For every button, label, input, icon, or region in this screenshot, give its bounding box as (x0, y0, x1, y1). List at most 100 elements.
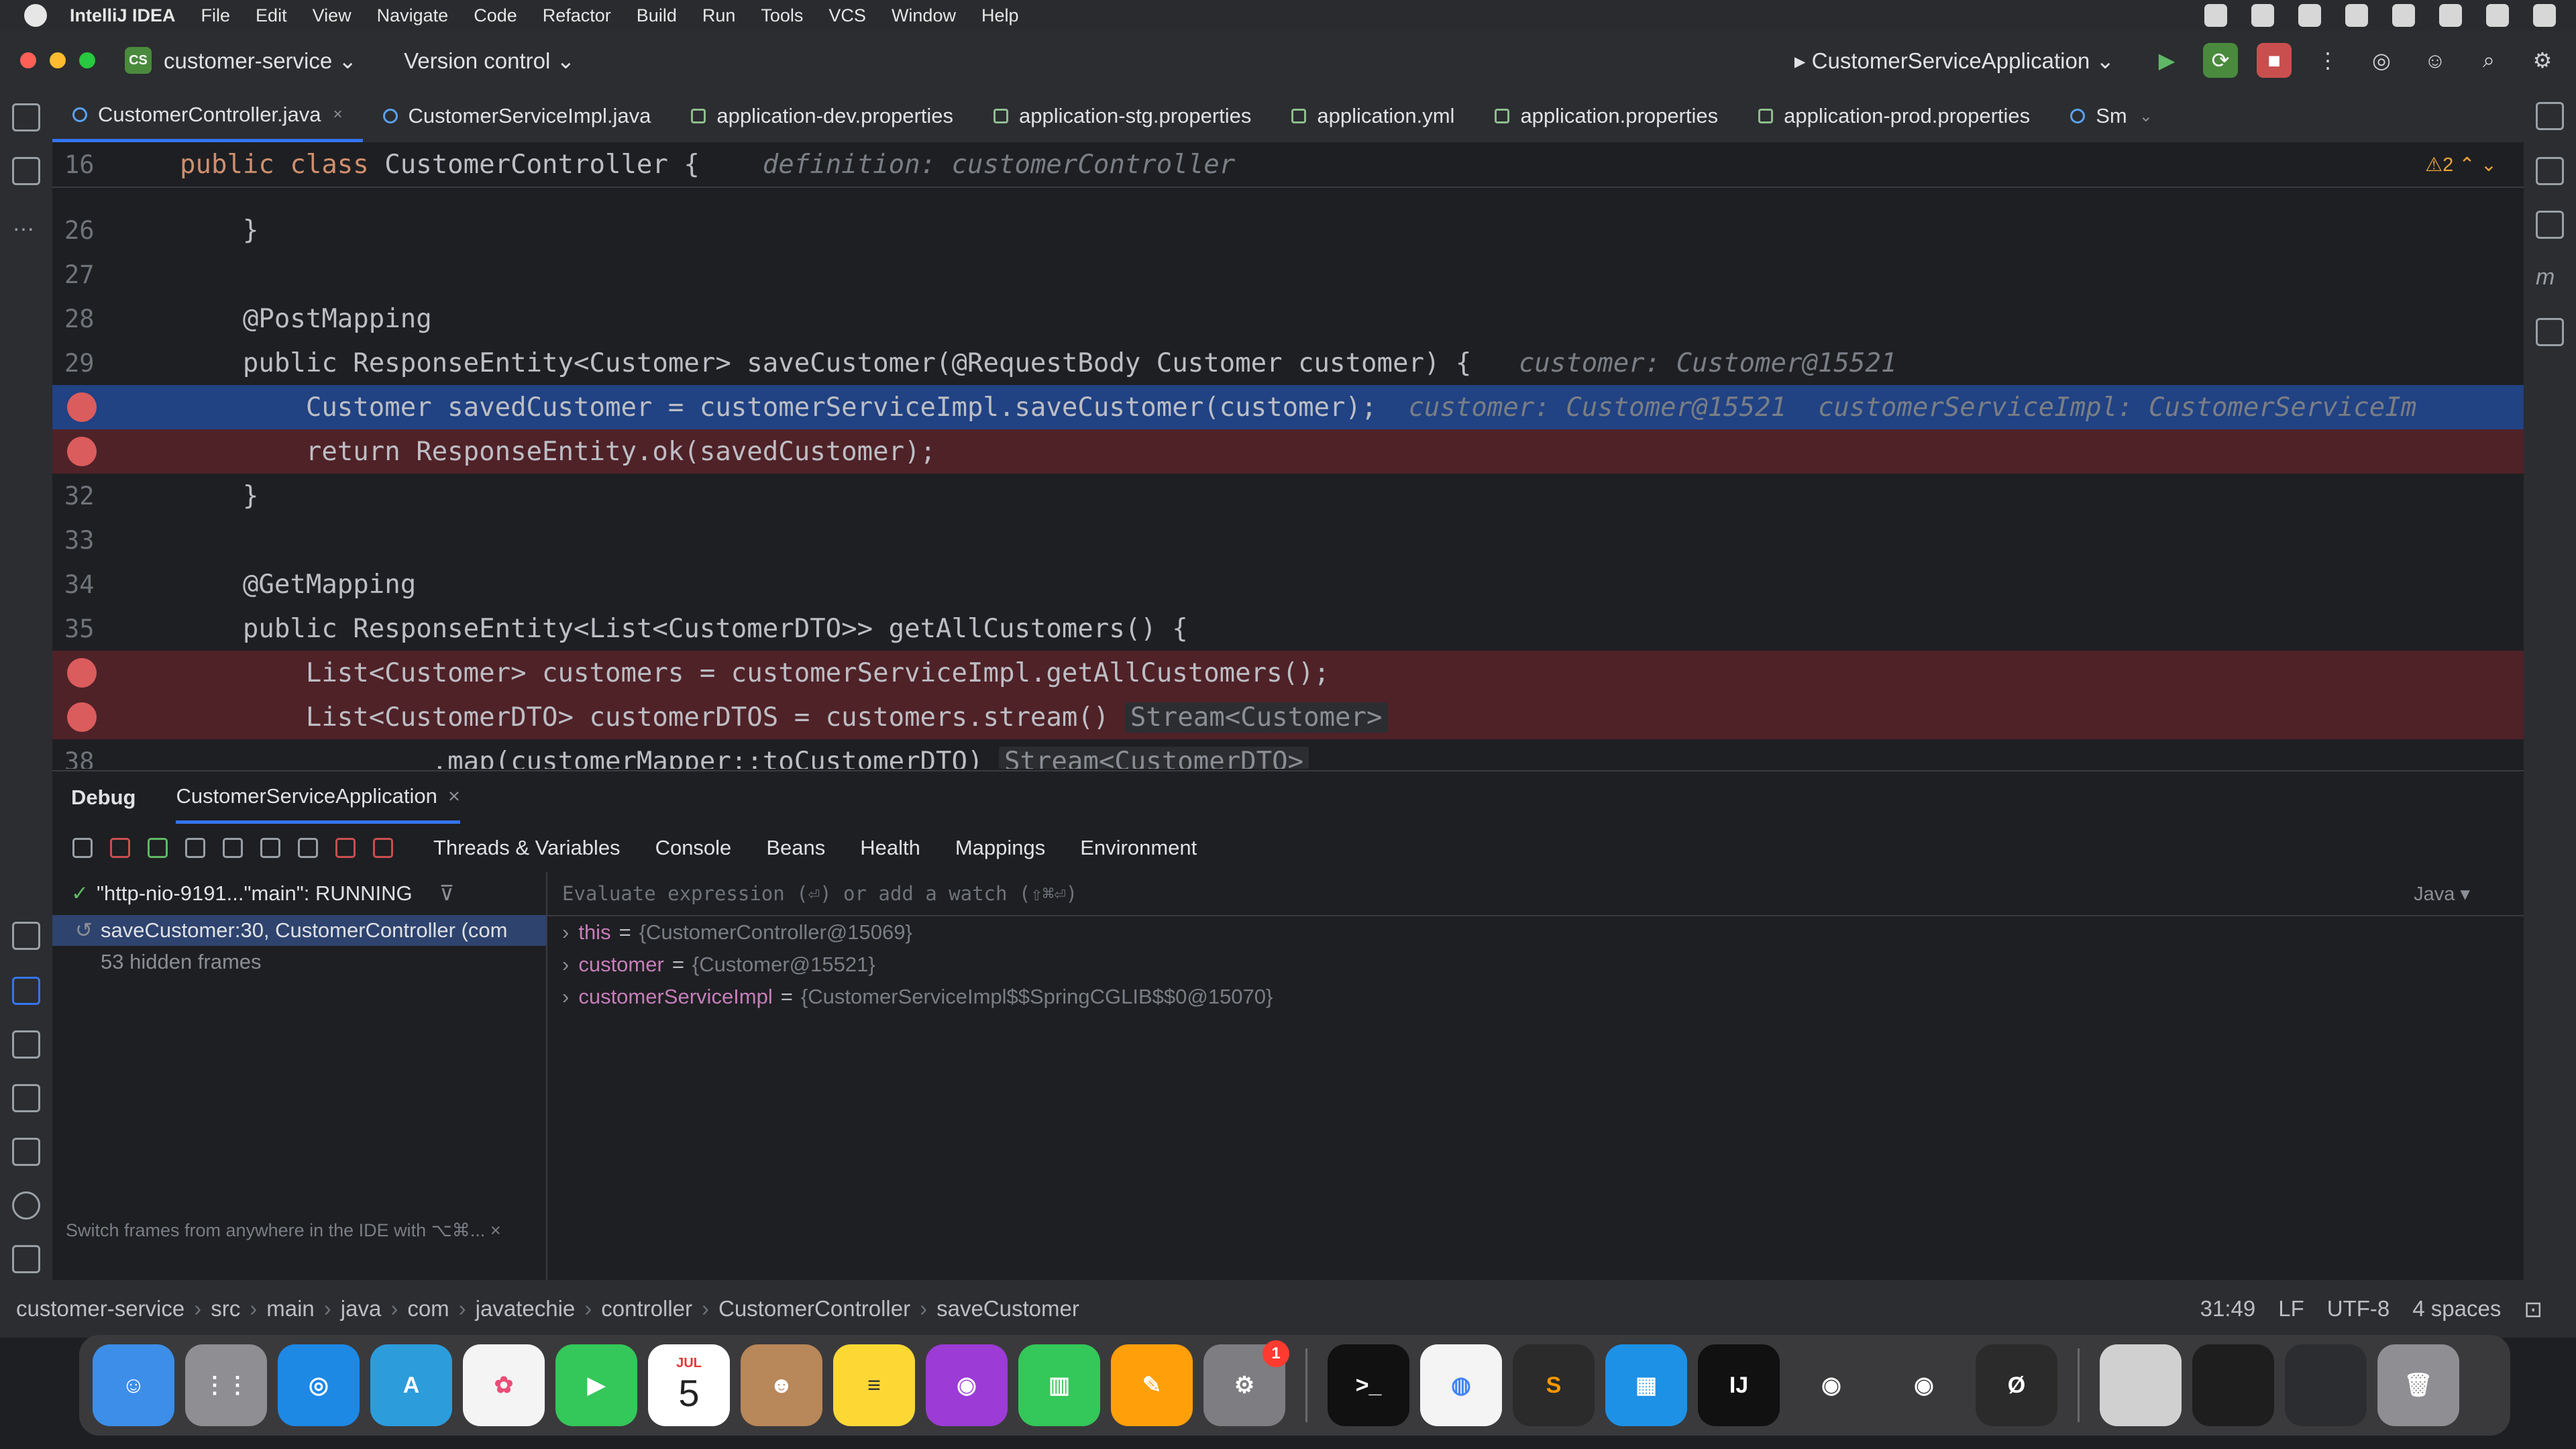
build-icon[interactable] (12, 1030, 40, 1059)
evaluate-expression-input[interactable]: Evaluate expression (⏎) or add a watch (… (547, 872, 2524, 916)
menu-view[interactable]: View (313, 5, 352, 26)
code-line[interactable]: 38 .map(customerMapper::toCustomerDTO) S… (52, 739, 2524, 769)
step-out-icon[interactable] (298, 838, 318, 858)
tab-application-dev[interactable]: application-dev.properties (671, 90, 973, 142)
search-icon[interactable]: ⌕ (2471, 43, 2506, 78)
minimized-window-thumbnail-2[interactable] (2285, 1344, 2367, 1426)
debug-icon[interactable] (12, 977, 40, 1005)
step-into-icon[interactable] (260, 838, 280, 858)
trash-icon[interactable]: 🗑 (2377, 1344, 2459, 1426)
run-icon[interactable]: ▶ (2149, 43, 2184, 78)
variable-row[interactable]: › customerServiceImpl = {CustomerServiceImp… (547, 981, 2524, 1013)
expand-icon[interactable]: › (562, 985, 569, 1009)
breakpoint-icon[interactable] (67, 437, 97, 466)
settings-icon[interactable]: ⚙ (2525, 43, 2560, 78)
add-user-icon[interactable]: ☺ (2418, 43, 2453, 78)
warnings-indicator[interactable]: ⚠2 ⌃ ⌄ (2425, 153, 2497, 176)
crumb-class[interactable]: CustomerController (718, 1296, 910, 1322)
tab-application-yml[interactable]: application.yml (1271, 90, 1474, 142)
more-tools-icon[interactable]: … (12, 211, 40, 239)
ai-assistant-icon[interactable]: ◎ (2364, 43, 2399, 78)
sublime-text-icon[interactable]: S (1513, 1344, 1595, 1426)
crumb-project[interactable]: customer-service (16, 1296, 184, 1322)
ai-chat-icon[interactable] (2536, 157, 2564, 185)
step-over-icon[interactable] (223, 838, 243, 858)
services-icon[interactable] (12, 922, 40, 950)
close-session-icon[interactable]: × (448, 784, 460, 808)
null-app-icon[interactable]: Ø (1976, 1344, 2057, 1426)
notifications-icon[interactable] (2536, 102, 2564, 130)
stop-icon[interactable]: ■ (2257, 43, 2292, 78)
finder-icon[interactable]: ☺ (93, 1344, 174, 1426)
pages-icon[interactable]: ✎ (1111, 1344, 1193, 1426)
tab-environment[interactable]: Environment (1080, 836, 1197, 860)
photos-icon[interactable]: ✿ (463, 1344, 545, 1426)
menu-run[interactable]: Run (702, 5, 736, 26)
app-store-icon[interactable]: A (370, 1344, 452, 1426)
structure-icon[interactable] (12, 157, 40, 185)
spotlight-icon[interactable] (2392, 4, 2415, 27)
breakpoint-icon[interactable] (67, 658, 97, 688)
code-line[interactable]: 28 @PostMapping (52, 297, 2524, 341)
thread-selector[interactable]: ✓ "http-nio-9191..."main": RUNNING ⊽ (52, 872, 546, 915)
calendar-icon[interactable]: JUL 5 (648, 1344, 730, 1426)
tab-overflow[interactable]: Sm ⌄ (2050, 90, 2173, 142)
code-editor[interactable]: 16 public class CustomerController { def… (52, 142, 2524, 769)
rerun-debug-icon[interactable] (72, 838, 93, 858)
podcasts-icon[interactable]: ◉ (926, 1344, 1008, 1426)
crumb-main[interactable]: main (266, 1296, 315, 1322)
indent-setting[interactable]: 4 spaces (2412, 1296, 2501, 1322)
obs-icon[interactable]: ◉ (1790, 1344, 1872, 1426)
menu-tools[interactable]: Tools (761, 5, 803, 26)
crumb-method[interactable]: saveCustomer (936, 1296, 1079, 1322)
view-breakpoints-icon[interactable] (335, 838, 356, 858)
tab-threads-variables[interactable]: Threads & Variables (433, 836, 621, 860)
tab-console[interactable]: Console (655, 836, 732, 860)
stack-frame[interactable]: ↺ saveCustomer:30, CustomerController (co… (52, 915, 546, 946)
breakpoint-icon[interactable] (67, 392, 97, 422)
debug-session-tab[interactable]: CustomerServiceApplication × (176, 771, 460, 824)
tab-application-stg[interactable]: application-stg.properties (973, 90, 1271, 142)
current-execution-line[interactable]: Customer savedCustomer = customerService… (52, 385, 2524, 429)
line-separator[interactable]: LF (2278, 1296, 2304, 1322)
chrome-icon[interactable]: ◍ (1420, 1344, 1502, 1426)
filter-icon[interactable]: ⊽ (439, 881, 455, 906)
notes-icon[interactable]: ≡ (833, 1344, 915, 1426)
code-line[interactable]: 29 public ResponseEntity<Customer> saveC… (52, 341, 2524, 385)
code-line[interactable]: 32 } (52, 474, 2524, 518)
expand-icon[interactable]: › (562, 920, 569, 945)
control-center-icon[interactable] (2439, 4, 2462, 27)
tab-mappings[interactable]: Mappings (955, 836, 1045, 860)
file-encoding[interactable]: UTF-8 (2327, 1296, 2390, 1322)
tab-beans[interactable]: Beans (766, 836, 825, 860)
lock-icon[interactable]: ⊡ (2524, 1296, 2542, 1322)
run-config-selector[interactable]: ▸ CustomerServiceApplication ⌄ (1794, 48, 2114, 74)
project-selector[interactable]: customer-service ⌄ (164, 48, 357, 74)
menu-help[interactable]: Help (981, 5, 1019, 26)
vcs-selector[interactable]: Version control ⌄ (404, 48, 575, 74)
tab-customer-service-impl[interactable]: CustomerServiceImpl.java (363, 90, 672, 142)
minimize-window-button[interactable] (50, 52, 66, 68)
numbers-icon[interactable]: ▥ (1018, 1344, 1100, 1426)
crumb-controller[interactable]: controller (601, 1296, 692, 1322)
tab-application-properties[interactable]: application.properties (1474, 90, 1738, 142)
code-line[interactable]: 35 public ResponseEntity<List<CustomerDT… (52, 606, 2524, 651)
tab-application-prod[interactable]: application-prod.properties (1738, 90, 2050, 142)
breakpoint-line[interactable]: List<Customer> customers = customerServi… (52, 651, 2524, 695)
menu-edit[interactable]: Edit (256, 5, 287, 26)
variable-row[interactable]: › customer = {Customer@15521} (547, 949, 2524, 981)
maven-icon[interactable]: m (2536, 264, 2564, 292)
crumb-java[interactable]: java (341, 1296, 382, 1322)
menu-app[interactable]: IntelliJ IDEA (70, 5, 176, 26)
database-icon[interactable] (2536, 211, 2564, 239)
run-tool-icon[interactable] (12, 1084, 40, 1112)
facetime-icon[interactable]: ▶ (555, 1344, 637, 1426)
menu-file[interactable]: File (201, 5, 231, 26)
more-icon[interactable]: ⋮ (2310, 43, 2345, 78)
project-view-icon[interactable] (12, 103, 40, 131)
plugins-icon[interactable] (2536, 318, 2564, 346)
terminal-icon[interactable] (12, 1138, 40, 1166)
safari-icon[interactable]: ◎ (278, 1344, 360, 1426)
menu-vcs[interactable]: VCS (828, 5, 866, 26)
input-source-icon[interactable] (2298, 4, 2321, 27)
